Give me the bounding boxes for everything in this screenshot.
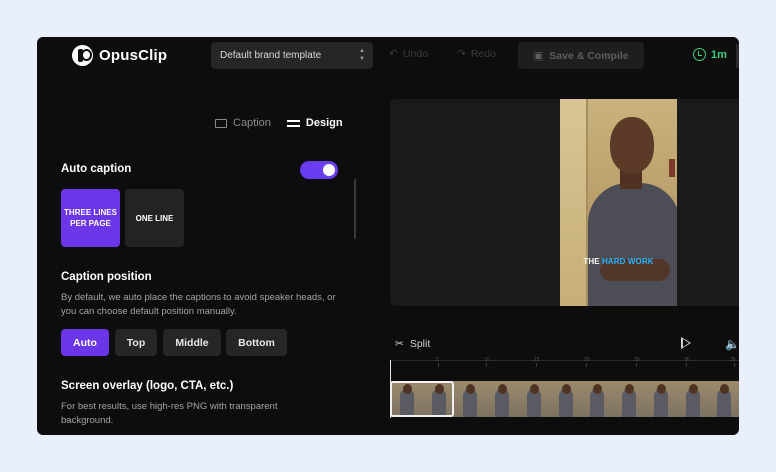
speaker-body: [588, 183, 677, 306]
topbar-edge: [736, 44, 739, 68]
chevron-updown-icon: ▲ ▼: [359, 48, 365, 62]
design-panel: Caption Design Auto caption THREE LINES …: [37, 75, 367, 435]
caption-word-2: HARD WORK: [602, 257, 654, 266]
tab-caption-label: Caption: [233, 117, 271, 129]
ruler-tick-label: 35: [730, 357, 736, 363]
ruler-tick-label: 5: [436, 357, 439, 363]
undo-button[interactable]: ↶ Undo: [389, 48, 428, 60]
caption-style-three-lines[interactable]: THREE LINES PER PAGE: [61, 189, 120, 247]
app-name: OpusClip: [99, 47, 168, 64]
caption-overlay[interactable]: THE HARD WORK: [560, 257, 677, 266]
ruler-tick: [686, 363, 687, 367]
redo-label: Redo: [470, 48, 496, 60]
credits-value: 1m: [711, 48, 727, 61]
opusclip-logo-icon: [72, 45, 93, 66]
filmstrip-frame: [485, 381, 517, 417]
split-label: Split: [409, 338, 431, 350]
position-middle-button[interactable]: Middle: [163, 329, 221, 356]
save-label: Save & Compile: [549, 49, 629, 62]
screen-overlay-title: Screen overlay (logo, CTA, etc.): [61, 380, 234, 392]
speaker-head: [610, 117, 654, 173]
clock-icon: [693, 48, 706, 61]
panel-scrollbar[interactable]: [354, 179, 356, 239]
caption-word-1: THE: [583, 257, 600, 266]
screen-overlay-description: For best results, use high-res PNG with …: [61, 401, 278, 426]
caption-position-description: By default, we auto place the captions t…: [61, 292, 336, 317]
selected-clip-segment[interactable]: [390, 381, 454, 417]
video-frame[interactable]: THE HARD WORK: [560, 99, 677, 306]
redo-button[interactable]: ↷ Redo: [457, 48, 496, 60]
caption-icon: [215, 118, 227, 128]
logo[interactable]: OpusClip: [72, 45, 167, 66]
ruler-tick: [486, 363, 487, 367]
play-icon[interactable]: [681, 337, 691, 349]
filmstrip-frame: [548, 381, 581, 417]
background-door: [560, 99, 588, 306]
ruler-tick: [438, 363, 439, 367]
filmstrip-frame: [612, 381, 644, 417]
auto-caption-toggle[interactable]: [300, 161, 338, 179]
film-icon: ▣: [533, 49, 544, 62]
tab-design-label: Design: [305, 117, 343, 129]
video-preview[interactable]: THE HARD WORK: [390, 99, 739, 306]
tab-design[interactable]: Design: [286, 117, 343, 129]
brand-template-select[interactable]: Default brand template ▲ ▼: [211, 42, 373, 69]
credits-indicator[interactable]: 1m: [693, 48, 727, 61]
filmstrip-frame: [516, 381, 549, 417]
timeline-ruler[interactable]: 5 10 15 20 25 30 35: [390, 357, 739, 372]
save-compile-button[interactable]: ▣ Save & Compile: [518, 42, 644, 69]
ruler-tick: [734, 363, 735, 367]
filmstrip-frame: [580, 381, 613, 417]
ruler-tick-label: 30: [684, 357, 690, 363]
ruler-tick-label: 15: [534, 357, 540, 363]
sliders-icon: [286, 118, 300, 128]
ruler-tick: [586, 363, 587, 367]
template-value: Default brand template: [220, 50, 322, 61]
caption-style-one-line[interactable]: ONE LINE: [125, 189, 184, 247]
caption-position-title: Caption position: [61, 271, 152, 283]
position-auto-button[interactable]: Auto: [61, 329, 109, 356]
ruler-tick-label: 20: [584, 357, 590, 363]
undo-label: Undo: [402, 48, 428, 60]
redo-icon: ↷: [457, 48, 466, 60]
ruler-tick: [536, 363, 537, 367]
filmstrip-frame: [453, 381, 486, 417]
top-bar: OpusClip Default brand template ▲ ▼ ↶ Und…: [37, 37, 739, 75]
app-window: OpusClip Default brand template ▲ ▼ ↶ Und…: [37, 37, 739, 435]
position-top-button[interactable]: Top: [115, 329, 157, 356]
filmstrip-frame: [675, 381, 708, 417]
undo-icon: ↶: [389, 48, 398, 60]
ruler-tick-label: 10: [484, 357, 490, 363]
scissors-icon: ✂: [395, 338, 404, 350]
ruler-tick-label: 25: [634, 357, 640, 363]
split-button[interactable]: ✂ Split: [395, 338, 430, 350]
position-bottom-button[interactable]: Bottom: [226, 329, 287, 356]
panel-tabs: Caption Design: [215, 117, 343, 129]
auto-caption-label: Auto caption: [61, 163, 132, 175]
filmstrip-frame: [643, 381, 676, 417]
filmstrip-frame: [707, 381, 739, 417]
ruler-tick: [636, 363, 637, 367]
playhead[interactable]: [390, 360, 391, 418]
background-wall-box: [669, 159, 675, 177]
volume-icon[interactable]: 🔈: [725, 337, 739, 351]
tab-caption[interactable]: Caption: [215, 117, 271, 129]
